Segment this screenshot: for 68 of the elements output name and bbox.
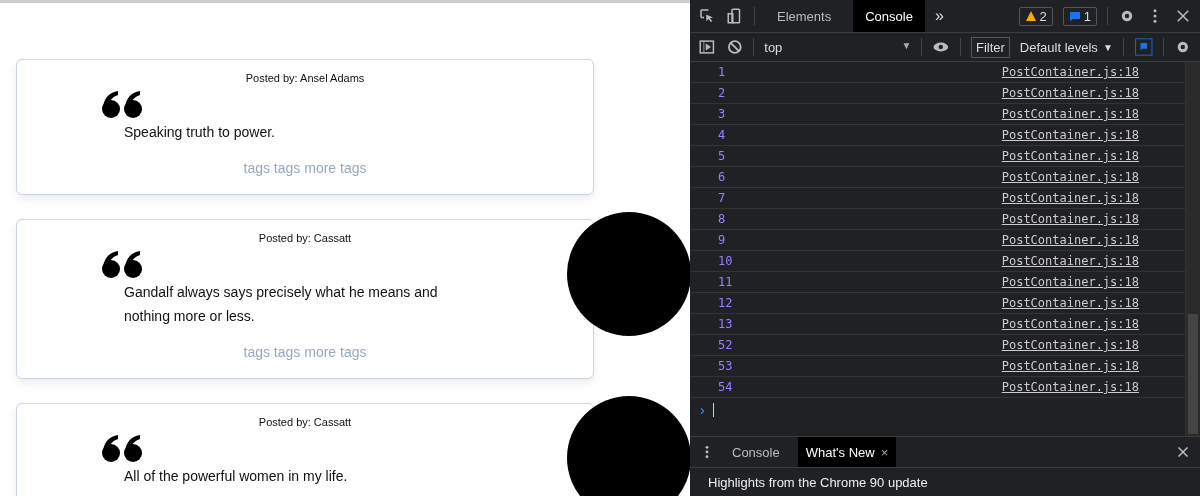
log-value: 7 — [718, 191, 726, 205]
log-value: 12 — [718, 296, 733, 310]
warning-icon — [1024, 10, 1037, 22]
devtools-tab[interactable]: Elements — [765, 0, 844, 32]
dropdown-arrow: ▼ — [901, 39, 912, 53]
post-tags: tags tags more tags — [17, 160, 593, 176]
source-link[interactable]: PostContainer.js:18 — [1001, 296, 1139, 310]
log-value: 3 — [718, 107, 726, 121]
post-author: Posted by: Ansel Adams — [244, 72, 366, 84]
levels-label: Default levels — [1019, 39, 1098, 55]
prompt-caret: › — [700, 402, 705, 418]
message-icon — [1068, 10, 1081, 22]
drawer-text: Highlights from the Chrome 90 update — [707, 473, 929, 492]
tab-close[interactable]: × — [880, 444, 889, 460]
context-select[interactable]: top ▼ — [764, 39, 912, 55]
quote-icon — [101, 250, 145, 278]
inspect-icon[interactable] — [698, 7, 716, 25]
scrollbar-thumb[interactable] — [1188, 314, 1198, 434]
log-value: 4 — [718, 128, 726, 142]
source-link[interactable]: PostContainer.js:18 — [1001, 86, 1139, 100]
quote-text: Speaking truth to power. — [124, 123, 276, 142]
log-value: 1 — [718, 65, 726, 79]
log-value: 11 — [718, 275, 733, 289]
log-value: 8 — [718, 212, 726, 226]
log-value: 10 — [718, 254, 733, 268]
log-value: 53 — [718, 359, 733, 373]
close-icon[interactable] — [1174, 7, 1192, 25]
clear-icon[interactable] — [725, 38, 744, 56]
post-author: Posted by: Cassatt — [257, 232, 353, 244]
filter-field[interactable]: Filter — [970, 36, 1010, 58]
source-link[interactable]: PostContainer.js:18 — [1001, 212, 1139, 226]
log-value: 13 — [718, 317, 733, 331]
drawer-tab[interactable]: What's New × — [797, 437, 897, 467]
source-link[interactable]: PostContainer.js:18 — [1001, 128, 1139, 142]
source-link[interactable]: PostContainer.js:18 — [1001, 275, 1139, 289]
source-link[interactable]: PostContainer.js:18 — [1001, 317, 1139, 331]
devtools-tab[interactable]: Console — [853, 0, 925, 32]
log-value: 2 — [718, 86, 726, 100]
log-value: 52 — [718, 338, 733, 352]
messages-badge[interactable]: 1 — [1062, 6, 1097, 26]
quote-icon — [101, 434, 145, 462]
post-author: Posted by: Cassatt — [257, 416, 353, 428]
source-link[interactable]: PostContainer.js:18 — [1001, 170, 1139, 184]
warnings-badge[interactable]: 2 — [1018, 6, 1053, 26]
source-link[interactable]: PostContainer.js:18 — [1001, 380, 1139, 394]
text-cursor — [712, 403, 714, 417]
log-value: 5 — [718, 149, 726, 163]
drawer-tab[interactable]: Console — [724, 437, 788, 467]
dropdown-arrow: ▼ — [1102, 41, 1113, 53]
source-link[interactable]: PostContainer.js:18 — [1001, 191, 1139, 205]
quote-icon — [101, 90, 145, 118]
log-value: 54 — [718, 380, 733, 394]
sidebar-icon[interactable] — [698, 38, 716, 56]
log-value: 6 — [718, 170, 726, 184]
source-link[interactable]: PostContainer.js:18 — [1001, 338, 1139, 352]
log-value: 9 — [718, 233, 726, 247]
source-link[interactable]: PostContainer.js:18 — [1001, 149, 1139, 163]
quote-text: Gandalf always says precisely what he means and nothing more or less. — [124, 283, 439, 326]
more-tabs[interactable]: » — [934, 7, 944, 25]
post-tags: tags tags more tags — [17, 344, 593, 360]
source-link[interactable]: PostContainer.js:18 — [1001, 233, 1139, 247]
levels-dropdown[interactable]: Default levels ▼ — [1019, 39, 1113, 55]
source-link[interactable]: PostContainer.js:18 — [1001, 65, 1139, 79]
message-icon[interactable] — [1133, 37, 1154, 57]
quote-text: All of the powerful women in my life. — [124, 467, 349, 486]
source-link[interactable]: PostContainer.js:18 — [1001, 359, 1139, 373]
source-link[interactable]: PostContainer.js:18 — [1001, 254, 1139, 268]
source-link[interactable]: PostContainer.js:18 — [1001, 107, 1139, 121]
